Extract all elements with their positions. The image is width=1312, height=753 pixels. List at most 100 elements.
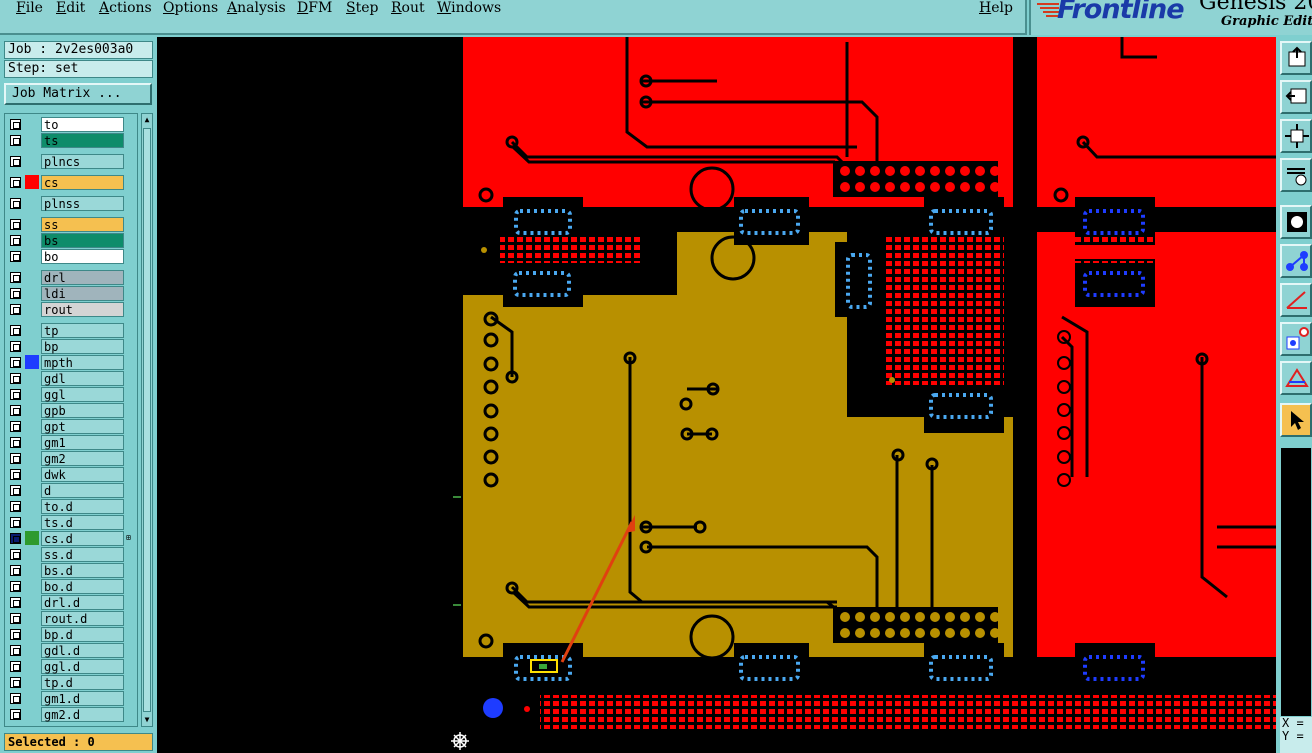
layer-checkbox[interactable] xyxy=(10,373,21,384)
layer-checkbox[interactable] xyxy=(10,533,21,544)
layer-color-swatch[interactable] xyxy=(25,643,39,657)
layer-color-swatch[interactable] xyxy=(25,133,39,147)
layer-color-swatch[interactable] xyxy=(25,355,39,369)
layer-checkbox[interactable] xyxy=(10,485,21,496)
layer-name[interactable]: mpth xyxy=(41,355,124,370)
layer-checkbox[interactable] xyxy=(10,198,21,209)
layer-checkbox[interactable] xyxy=(10,421,21,432)
layer-name[interactable]: dwk xyxy=(41,467,124,482)
layer-color-swatch[interactable] xyxy=(25,371,39,385)
layer-color-swatch[interactable] xyxy=(25,419,39,433)
layer-name[interactable]: gm1 xyxy=(41,435,124,450)
layer-checkbox[interactable] xyxy=(10,272,21,283)
layer-name[interactable]: rout xyxy=(41,302,124,317)
layer-color-swatch[interactable] xyxy=(25,286,39,300)
layer-color-swatch[interactable] xyxy=(25,595,39,609)
layer-row[interactable]: rout.d xyxy=(5,610,138,626)
layer-row[interactable]: dwk xyxy=(5,466,138,482)
layer-name[interactable]: ss.d xyxy=(41,547,124,562)
layer-row[interactable]: drl.d xyxy=(5,594,138,610)
layer-color-swatch[interactable] xyxy=(25,117,39,131)
layer-checkbox[interactable] xyxy=(10,405,21,416)
menu-rout[interactable]: Rout xyxy=(391,0,425,17)
layer-color-swatch[interactable] xyxy=(25,196,39,210)
layer-name[interactable]: ggl xyxy=(41,387,124,402)
layer-row[interactable]: ggl.d xyxy=(5,658,138,674)
layer-checkbox[interactable] xyxy=(10,119,21,130)
layer-name[interactable]: cs.d xyxy=(41,531,124,546)
layer-name[interactable]: bs.d xyxy=(41,563,124,578)
layer-checkbox[interactable] xyxy=(10,613,21,624)
layer-name[interactable]: ts.d xyxy=(41,515,124,530)
layer-row[interactable]: ldi xyxy=(5,285,138,301)
layer-name[interactable]: gm2.d xyxy=(41,707,124,722)
layer-color-swatch[interactable] xyxy=(25,675,39,689)
layer-row[interactable]: plncs xyxy=(5,153,138,169)
layer-list-scrollbar[interactable]: ▲ ▼ xyxy=(141,113,153,727)
layer-name[interactable]: ss xyxy=(41,217,124,232)
layer-checkbox[interactable] xyxy=(10,135,21,146)
layer-checkbox[interactable] xyxy=(10,156,21,167)
layer-name[interactable]: rout.d xyxy=(41,611,124,626)
layer-checkbox[interactable] xyxy=(10,357,21,368)
layer-name[interactable]: bp.d xyxy=(41,627,124,642)
layer-checkbox[interactable] xyxy=(10,517,21,528)
layer-name[interactable]: bp xyxy=(41,339,124,354)
layer-row[interactable]: bo.d xyxy=(5,578,138,594)
layer-color-swatch[interactable] xyxy=(25,154,39,168)
layer-checkbox[interactable] xyxy=(10,645,21,656)
layer-name[interactable]: ts xyxy=(41,133,124,148)
layer-checkbox[interactable] xyxy=(10,709,21,720)
layer-name[interactable]: to xyxy=(41,117,124,132)
layer-checkbox[interactable] xyxy=(10,629,21,640)
layer-row[interactable]: bp.d xyxy=(5,626,138,642)
menu-options[interactable]: Options xyxy=(163,0,218,17)
layer-row[interactable]: ts xyxy=(5,132,138,148)
zoom-home-button[interactable] xyxy=(1280,41,1312,75)
layer-row[interactable]: bp xyxy=(5,338,138,354)
layer-name[interactable]: drl xyxy=(41,270,124,285)
layer-color-swatch[interactable] xyxy=(25,499,39,513)
layer-checkbox[interactable] xyxy=(10,389,21,400)
layer-row[interactable]: bo xyxy=(5,248,138,264)
layer-checkbox[interactable] xyxy=(10,177,21,188)
triangle-button[interactable] xyxy=(1280,361,1312,395)
layer-color-swatch[interactable] xyxy=(25,249,39,263)
menu-analysis[interactable]: Analysis xyxy=(227,0,286,17)
layer-checkbox[interactable] xyxy=(10,581,21,592)
layer-color-swatch[interactable] xyxy=(25,659,39,673)
layer-row[interactable]: bs xyxy=(5,232,138,248)
graphic-canvas[interactable] xyxy=(157,37,1276,753)
menu-edit[interactable]: Edit xyxy=(56,0,85,17)
layer-color-swatch[interactable] xyxy=(25,323,39,337)
layer-checkbox[interactable] xyxy=(10,235,21,246)
layer-color-swatch[interactable] xyxy=(25,233,39,247)
layer-row[interactable]: drl xyxy=(5,269,138,285)
layer-color-swatch[interactable] xyxy=(25,563,39,577)
layer-row[interactable]: mpth xyxy=(5,354,138,370)
layer-checkbox[interactable] xyxy=(10,549,21,560)
layer-color-swatch[interactable] xyxy=(25,547,39,561)
layer-name[interactable]: ggl.d xyxy=(41,659,124,674)
layer-row[interactable]: gm1 xyxy=(5,434,138,450)
layer-name[interactable]: to.d xyxy=(41,499,124,514)
menu-actions[interactable]: Actions xyxy=(99,0,152,17)
layer-color-swatch[interactable] xyxy=(25,217,39,231)
layer-name[interactable]: gdl.d xyxy=(41,643,124,658)
layer-name[interactable]: gpb xyxy=(41,403,124,418)
layer-checkbox[interactable] xyxy=(10,661,21,672)
layer-row[interactable]: bs.d xyxy=(5,562,138,578)
layer-row[interactable]: gm2.d xyxy=(5,706,138,722)
layer-color-swatch[interactable] xyxy=(25,302,39,316)
layer-color-swatch[interactable] xyxy=(25,627,39,641)
menu-step[interactable]: Step xyxy=(346,0,378,17)
layer-checkbox[interactable] xyxy=(10,469,21,480)
layer-row[interactable]: gdl xyxy=(5,370,138,386)
layer-row[interactable]: cs xyxy=(5,174,138,190)
layer-color-swatch[interactable] xyxy=(25,515,39,529)
layer-row[interactable]: plnss xyxy=(5,195,138,211)
layer-row[interactable]: d xyxy=(5,482,138,498)
layer-row[interactable]: ss.d xyxy=(5,546,138,562)
select-layer-button[interactable] xyxy=(1280,322,1312,356)
layer-row[interactable]: ts.d xyxy=(5,514,138,530)
